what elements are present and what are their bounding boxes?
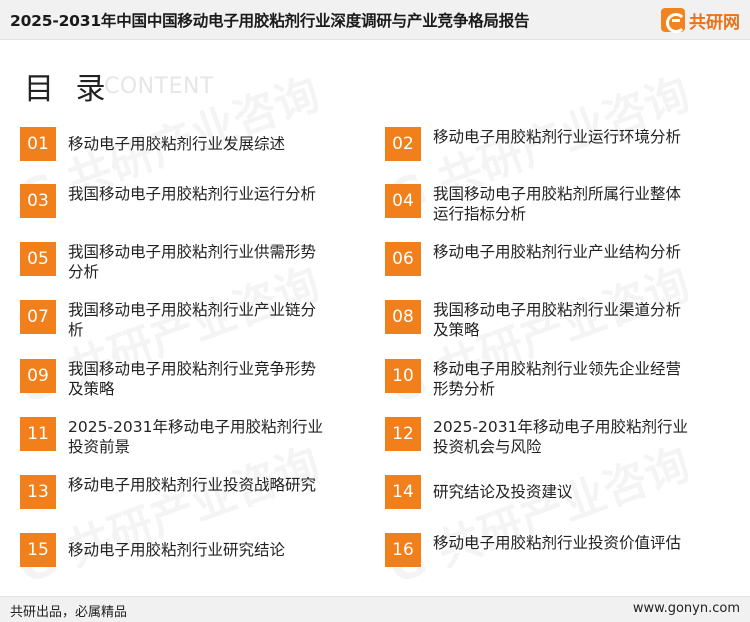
toc-item-04[interactable]: 04 我国移动电子用胶粘剂所属行业整体运行指标分析 [385,184,695,224]
item-number: 10 [385,359,421,393]
toc-item-05[interactable]: 05 我国移动电子用胶粘剂行业供需形势分析 [20,242,330,282]
item-label: 我国移动电子用胶粘剂行业运行分析 [68,185,317,203]
footer-website-link[interactable]: www.gonyn.com [633,601,740,616]
item-label: 移动电子用胶粘剂行业发展综述 [68,135,286,153]
footer-slogan: 共研出品，必属精品 [10,605,128,620]
toc-item-10[interactable]: 10 移动电子用胶粘剂行业领先企业经营形势分析 [385,359,695,399]
item-label: 研究结论及投资建议 [433,483,573,501]
item-number: 03 [20,184,56,218]
toc-title: 目 录 [24,72,112,107]
logo-text: 共研网 [689,12,740,33]
report-title: 2025-2031年中国中国移动电子用胶粘剂行业深度调研与产业竞争格局报告 [10,12,530,30]
item-label: 移动电子用胶粘剂行业产业结构分析 [433,243,682,261]
toc-item-08[interactable]: 08 我国移动电子用胶粘剂行业渠道分析及策略 [385,300,695,340]
toc-item-09[interactable]: 09 我国移动电子用胶粘剂行业竞争形势及策略 [20,359,330,399]
toc-item-02[interactable]: 02 移动电子用胶粘剂行业运行环境分析 [385,127,695,161]
toc-item-13[interactable]: 13 移动电子用胶粘剂行业投资战略研究 [20,475,330,509]
item-number: 08 [385,300,421,334]
item-number: 13 [20,475,56,509]
item-number: 12 [385,417,421,451]
item-label: 我国移动电子用胶粘剂行业供需形势分析 [68,243,317,281]
item-number: 15 [20,533,56,567]
logo-icon [661,8,686,33]
toc-item-16[interactable]: 16 移动电子用胶粘剂行业投资价值评估 [385,533,695,567]
item-label: 我国移动电子用胶粘剂行业产业链分析 [68,301,317,339]
item-number: 16 [385,533,421,567]
toc-item-11[interactable]: 11 2025-2031年移动电子用胶粘剂行业投资前景 [20,417,330,457]
item-label: 移动电子用胶粘剂行业投资战略研究 [68,476,317,494]
item-label: 移动电子用胶粘剂行业研究结论 [68,541,286,559]
item-number: 11 [20,417,56,451]
item-label: 移动电子用胶粘剂行业投资价值评估 [433,534,682,552]
item-label: 我国移动电子用胶粘剂行业渠道分析及策略 [433,301,682,339]
item-label: 移动电子用胶粘剂行业运行环境分析 [433,128,682,146]
item-number: 02 [385,127,421,161]
toc-item-03[interactable]: 03 我国移动电子用胶粘剂行业运行分析 [20,184,330,218]
brand-logo: 共研网 [661,7,740,33]
item-number: 04 [385,184,421,218]
item-label: 2025-2031年移动电子用胶粘剂行业投资前景 [68,418,323,456]
toc-item-15[interactable]: 15 移动电子用胶粘剂行业研究结论 [20,533,330,567]
item-label: 我国移动电子用胶粘剂所属行业整体运行指标分析 [433,185,682,223]
toc-item-06[interactable]: 06 移动电子用胶粘剂行业产业结构分析 [385,242,695,276]
item-number: 14 [385,475,421,509]
item-label: 我国移动电子用胶粘剂行业竞争形势及策略 [68,360,317,398]
item-number: 09 [20,359,56,393]
item-label: 2025-2031年移动电子用胶粘剂行业投资机会与风险 [433,418,688,456]
page-footer: 共研出品，必属精品 www.gonyn.com [0,596,750,622]
toc-item-07[interactable]: 07 我国移动电子用胶粘剂行业产业链分析 [20,300,330,340]
toc-item-14[interactable]: 14 研究结论及投资建议 [385,475,695,509]
item-number: 01 [20,127,56,161]
item-number: 06 [385,242,421,276]
item-number: 05 [20,242,56,276]
toc-subtitle: CONTENT [104,74,214,99]
item-label: 移动电子用胶粘剂行业领先企业经营形势分析 [433,360,682,398]
item-number: 07 [20,300,56,334]
toc-item-12[interactable]: 12 2025-2031年移动电子用胶粘剂行业投资机会与风险 [385,417,695,457]
toc-item-01[interactable]: 01 移动电子用胶粘剂行业发展综述 [20,127,330,161]
page-header: 2025-2031年中国中国移动电子用胶粘剂行业深度调研与产业竞争格局报告 共研… [0,0,750,40]
